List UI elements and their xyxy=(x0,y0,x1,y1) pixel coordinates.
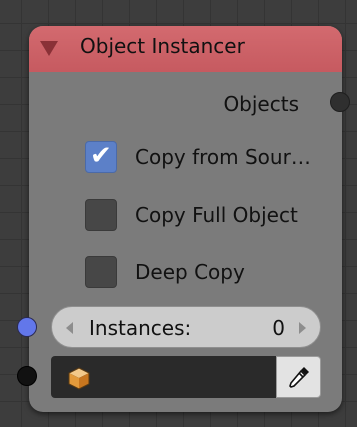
node-title: Object Instancer xyxy=(80,34,245,58)
copy-full-object-option[interactable]: Copy Full Object xyxy=(85,198,298,232)
collapse-triangle-icon[interactable] xyxy=(40,41,58,56)
copy-from-source-checkbox[interactable]: ✔ xyxy=(85,141,117,173)
copy-from-source-label: Copy from Sour… xyxy=(135,145,311,169)
instances-label: Instances: xyxy=(89,316,192,340)
eyedropper-icon xyxy=(289,367,309,388)
objects-output-socket[interactable] xyxy=(330,92,350,112)
object-input-socket[interactable] xyxy=(17,366,37,386)
instances-input-socket[interactable] xyxy=(17,317,37,337)
object-cube-icon xyxy=(68,367,90,390)
instances-number-field[interactable]: Instances: 0 xyxy=(51,306,321,348)
instances-value: 0 xyxy=(272,316,285,340)
eyedropper-button[interactable] xyxy=(276,356,321,398)
copy-full-object-label: Copy Full Object xyxy=(135,203,298,227)
checkmark-icon: ✔ xyxy=(90,141,112,171)
object-instancer-node[interactable]: Object Instancer Objects ✔ Copy from Sou… xyxy=(29,26,342,412)
deep-copy-checkbox[interactable] xyxy=(85,256,117,288)
copy-full-object-checkbox[interactable] xyxy=(85,199,117,231)
node-header[interactable]: Object Instancer xyxy=(29,26,342,72)
source-object-field[interactable] xyxy=(51,356,276,398)
increment-arrow-icon[interactable] xyxy=(299,322,306,334)
output-objects-label: Objects xyxy=(223,92,299,116)
decrement-arrow-icon[interactable] xyxy=(66,322,73,334)
copy-from-source-option[interactable]: ✔ Copy from Sour… xyxy=(85,140,311,174)
deep-copy-label: Deep Copy xyxy=(135,260,245,284)
deep-copy-option[interactable]: Deep Copy xyxy=(85,255,245,289)
